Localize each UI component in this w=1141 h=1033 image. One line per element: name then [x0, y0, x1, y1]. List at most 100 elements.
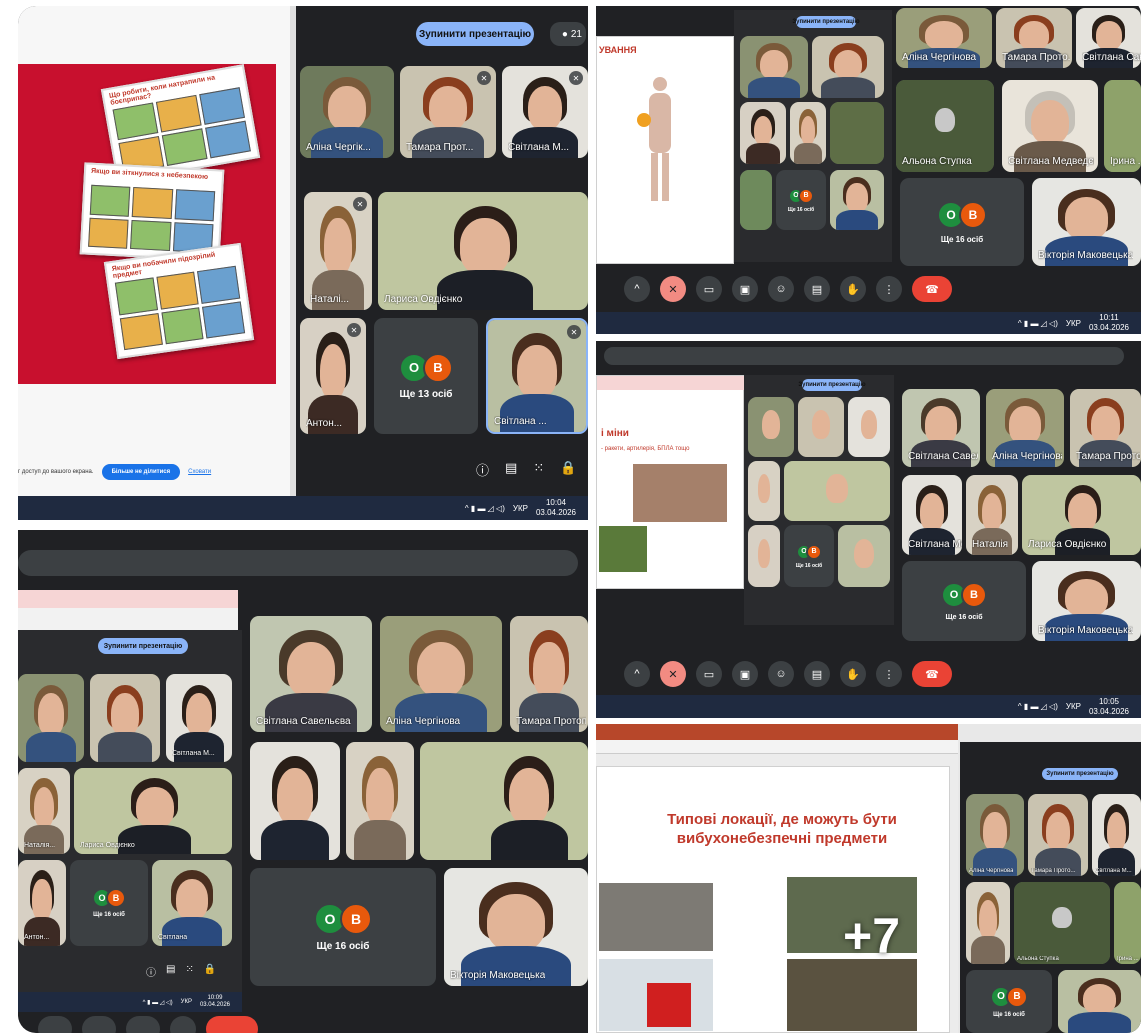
participant-tile[interactable]: ✕ Наталі...	[304, 192, 372, 310]
keyboard-language[interactable]: УКР	[1066, 702, 1081, 711]
participant-tile-self[interactable]: Вікторія Маковецька	[444, 868, 588, 986]
participant-tile[interactable]	[250, 742, 340, 860]
clock[interactable]: 10:09 03.04.2026	[200, 995, 230, 1009]
participant-tile[interactable]: Аліна Чергінова	[380, 616, 502, 732]
more-options-button[interactable]	[170, 1016, 196, 1033]
chat-icon[interactable]: ▤	[505, 460, 517, 479]
camera-button[interactable]	[82, 1016, 116, 1033]
mic-button[interactable]	[38, 1016, 72, 1033]
chevron-up-icon[interactable]: ^	[624, 276, 650, 302]
camera-button[interactable]: ▭	[696, 276, 722, 302]
participant-name: Наталі...	[310, 294, 349, 305]
participant-tile[interactable]: Аліна Чергінова	[986, 389, 1064, 467]
tray-icons[interactable]: ^ ▮ ▬ ◿ ◁)	[1018, 702, 1058, 711]
meet-panel-2: УВАННЯ Зупинити презентацію ОВ Ще 16 осі…	[596, 6, 1141, 334]
participant-tile[interactable]: Світлана Савельєва	[250, 616, 372, 732]
hang-up-button[interactable]: ☎	[912, 661, 952, 687]
participant-tile[interactable]	[420, 742, 588, 860]
more-participants-label: Ще 16 осіб	[945, 613, 983, 621]
present-button[interactable]: ▣	[732, 661, 758, 687]
hide-link[interactable]: Сховати	[188, 469, 211, 475]
mic-off-button[interactable]: ✕	[660, 276, 686, 302]
participant-tile[interactable]: ✕ Тамара Прот...	[400, 66, 496, 158]
participant-name: Аліна Чергінова	[969, 868, 1014, 874]
hang-up-button[interactable]: ☎	[912, 276, 952, 302]
participant-tile[interactable]: Наталія	[966, 475, 1018, 555]
participant-tile[interactable]: Світлана Савельєва	[902, 389, 980, 467]
raise-hand-button[interactable]: ✋	[840, 276, 866, 302]
participant-tile[interactable]: Світлана Саве...	[1076, 8, 1141, 68]
participant-tile[interactable]: Альона Ступка	[896, 80, 994, 172]
explosion-icon	[637, 113, 651, 127]
more-participants-tile[interactable]: ОВ Ще 16 осіб	[250, 868, 436, 986]
hang-up-button[interactable]	[206, 1016, 258, 1033]
stop-presentation-button[interactable]: Зупинити презентацію	[1042, 768, 1118, 780]
present-button[interactable]: ▣	[732, 276, 758, 302]
participant-name: Світлана Медведєва	[908, 539, 962, 550]
participant-tile[interactable]: Тамара Протопопова	[510, 616, 588, 732]
emoji-button[interactable]: ☺	[768, 661, 794, 687]
captions-button[interactable]: ▤	[804, 661, 830, 687]
participant-tile-self[interactable]: Вікторія Маковецька	[1032, 561, 1141, 641]
clock[interactable]: 10:04 03.04.2026	[536, 498, 576, 517]
browser-address-bar[interactable]	[18, 608, 238, 630]
activities-icon[interactable]: ⁙	[185, 964, 193, 979]
more-options-button[interactable]: ⋮	[876, 661, 902, 687]
emoji-button[interactable]: ☺	[768, 276, 794, 302]
camera-button[interactable]: ▭	[696, 661, 722, 687]
raise-hand-button[interactable]: ✋	[840, 661, 866, 687]
present-button[interactable]	[126, 1016, 160, 1033]
more-participants-tile[interactable]: ОВ Ще 16 осіб	[902, 561, 1026, 641]
participant-tile[interactable]: Тамара Протопопова	[1070, 389, 1141, 467]
more-photos-overlay[interactable]: +7	[843, 907, 900, 965]
participant-tile[interactable]: Світлана Медведєва	[1002, 80, 1098, 172]
participant-tile[interactable]: Аліна Чергінова	[896, 8, 992, 68]
more-options-button[interactable]: ⋮	[876, 276, 902, 302]
participant-tile[interactable]: ✕ Світлана М...	[502, 66, 588, 158]
stop-presentation-button[interactable]: Зупинити презентацію	[416, 22, 534, 46]
tray-icons[interactable]: ^ ▮ ▬ ◿ ◁)	[465, 504, 505, 513]
slide-photo-shell	[633, 464, 727, 522]
stop-presentation-button[interactable]: Зупинити презентацію	[798, 379, 866, 391]
browser-bar	[604, 347, 1124, 365]
participant-tile-active[interactable]: Лариса Овдієнко	[378, 192, 588, 310]
tray-icons[interactable]: ^ ▮ ▬ ◿ ◁)	[1018, 319, 1058, 328]
participant-tile[interactable]: Аліна Чергік...	[300, 66, 394, 158]
comic-card-2: Якщо ви зіткнулися з небезпекою	[79, 162, 225, 262]
info-icon[interactable]: ⓘ	[476, 460, 489, 479]
keyboard-language[interactable]: УКР	[1066, 319, 1081, 328]
participant-tile[interactable]: Ірина ...	[1104, 80, 1141, 172]
clock[interactable]: 10:05 03.04.2026	[1089, 697, 1129, 716]
participants-button[interactable]: ● 21	[550, 22, 586, 46]
mic-off-icon: ✕	[567, 325, 581, 339]
more-participants-tile[interactable]: ОВ Ще 13 осіб	[374, 318, 478, 434]
participant-tile[interactable]: Тамара Прото...	[996, 8, 1072, 68]
participant-tile-self[interactable]: ✕ Світлана ...	[486, 318, 588, 434]
mic-off-button[interactable]: ✕	[660, 661, 686, 687]
participant-name: Вікторія Маковецька	[1038, 250, 1134, 261]
participant-tile[interactable]: ✕ Антон...	[300, 318, 366, 434]
info-icon[interactable]: ⓘ	[146, 964, 156, 979]
scrollbar[interactable]	[290, 6, 296, 496]
captions-button[interactable]: ▤	[804, 276, 830, 302]
participant-tile-self[interactable]: Вікторія Маковецька	[1032, 178, 1141, 266]
stop-presentation-button[interactable]: Зупинити презентацію	[98, 638, 188, 654]
chevron-up-icon[interactable]: ^	[624, 661, 650, 687]
participant-tile[interactable]: Світлана Медведєва	[902, 475, 962, 555]
tray-icons[interactable]: ^ ▮ ▬ ◿ ◁)	[143, 999, 173, 1006]
stop-sharing-button[interactable]: Більше не ділитися	[101, 464, 181, 480]
keyboard-language[interactable]: УКР	[513, 504, 528, 513]
clock[interactable]: 10:11 03.04.2026	[1089, 313, 1129, 332]
participant-name: Ірина ...	[1117, 956, 1139, 962]
chat-icon[interactable]: ▤	[166, 964, 175, 979]
more-participants-tile[interactable]: ОВ Ще 16 осіб	[966, 970, 1052, 1033]
activities-icon[interactable]: ⁙	[533, 460, 544, 479]
lock-icon[interactable]: 🔒	[204, 964, 216, 979]
keyboard-language[interactable]: УКР	[181, 999, 192, 1005]
participant-tile[interactable]: Лариса Овдієнко	[1022, 475, 1141, 555]
lock-icon[interactable]: 🔒	[560, 460, 576, 479]
shared-slide: Типові локації, де можуть бути вибухонеб…	[596, 766, 950, 1033]
stop-presentation-button[interactable]: Зупинити презентацію	[792, 16, 860, 28]
participant-tile[interactable]	[346, 742, 414, 860]
more-participants-tile[interactable]: ОВ Ще 16 осіб	[900, 178, 1024, 266]
